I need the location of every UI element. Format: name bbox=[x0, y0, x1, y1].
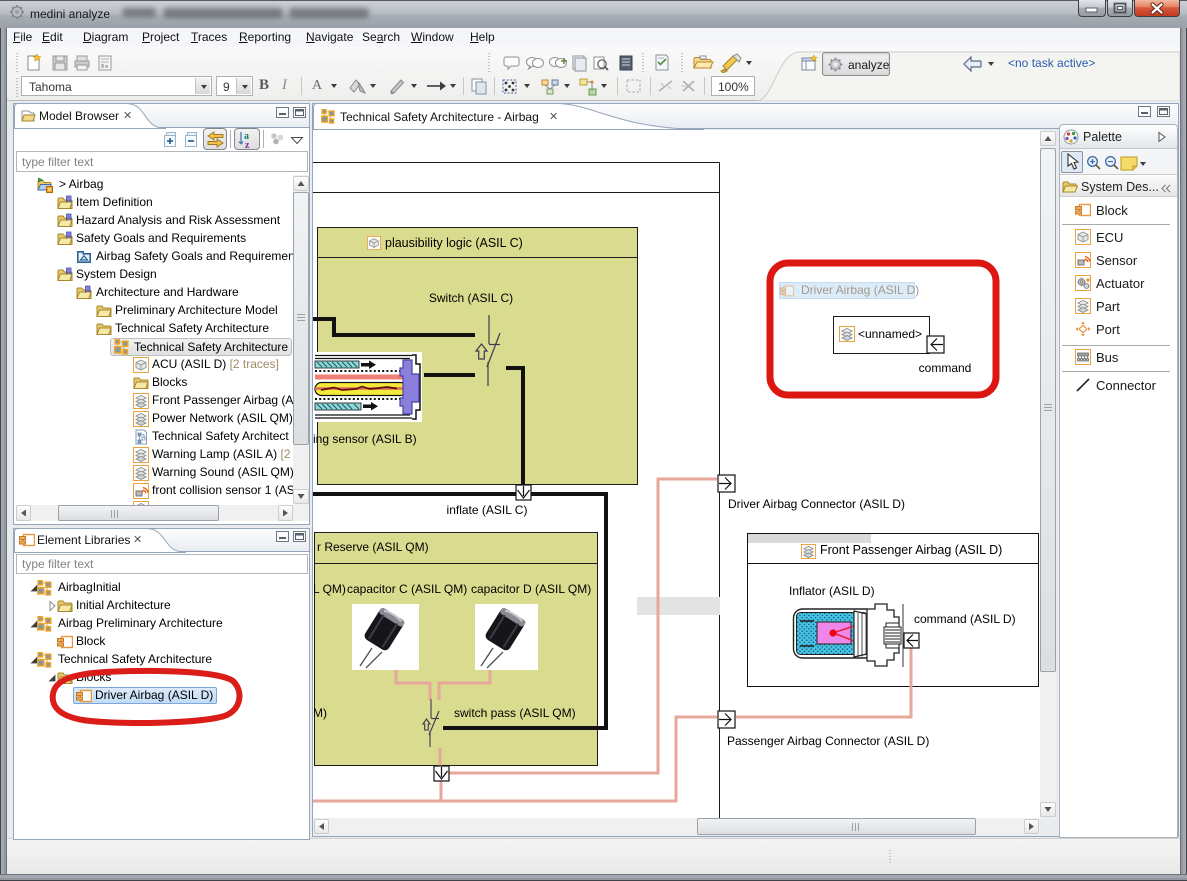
svg-text:z: z bbox=[245, 140, 250, 149]
